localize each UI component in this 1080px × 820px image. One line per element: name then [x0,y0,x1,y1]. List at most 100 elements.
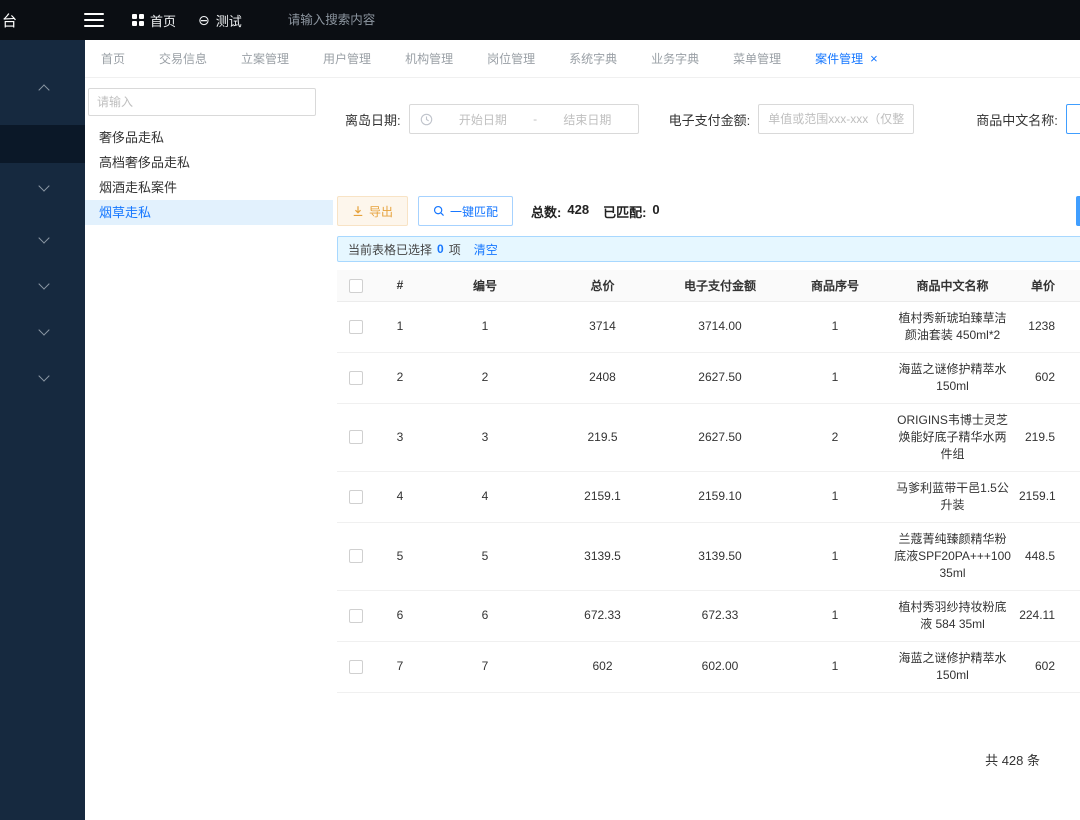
row-checkbox[interactable] [349,609,363,623]
tab-org-mgmt[interactable]: 机构管理 [405,50,453,67]
tab-case-mgmt[interactable]: 案件管理 × [815,50,878,67]
cell-total: 2408 [545,352,660,403]
alert-prefix: 当前表格已选择 [348,241,432,258]
cell-epay: 2627.50 [660,403,780,471]
row-checkbox[interactable] [349,660,363,674]
row-checkbox[interactable] [349,490,363,504]
cell-code: 6 [425,590,545,641]
tab-case-mgmt-label: 案件管理 [815,50,863,67]
category-search-input[interactable] [88,88,316,116]
filter-row: 离岛日期: 开始日期 - 结束日期 电子支付金额: 商品中文名称: [345,104,1080,134]
list-item-selected[interactable]: 烟草走私 [85,200,333,225]
tab-position-mgmt[interactable]: 岗位管理 [487,50,535,67]
cell-epay: 672.33 [660,590,780,641]
one-click-match-button[interactable]: 一键匹配 [418,196,513,226]
cell-epay: 1494.15 [660,692,780,702]
results-table-wrap: # 编号 总价 电子支付金额 商品序号 商品中文名称 单价 1 [337,270,1080,702]
cell-index: 8 [375,692,425,702]
category-list: 奢侈品走私 高档奢侈品走私 烟酒走私案件 烟草走私 [85,125,333,225]
tab-transaction-info[interactable]: 交易信息 [159,50,207,67]
table-row[interactable]: 7 7 602 602.00 1 海蓝之谜修护精萃水 150ml 602 [337,641,1080,692]
close-icon[interactable]: × [870,52,878,65]
cell-name: 海蓝之谜修护精萃水 150ml [890,641,1015,692]
date-filter-label: 离岛日期: [345,110,401,129]
topnav-test[interactable]: ⊖ 测试 [198,11,242,30]
table-row[interactable]: 5 5 3139.5 3139.50 1 兰蔻菁纯臻颜精华粉底液SPF20PA+… [337,522,1080,590]
cell-seq: 2 [780,403,890,471]
cell-epay: 2159.10 [660,471,780,522]
cell-unit: 224.11 [1015,590,1080,641]
toolbar: 导出 一键匹配 总数: 428 已匹配: 0 [337,196,1080,226]
chevron-down-icon[interactable] [38,232,49,243]
cell-index: 3 [375,403,425,471]
topbar: 台 首页 ⊖ 测试 [0,0,1080,40]
clock-icon [420,113,433,126]
row-checkbox[interactable] [349,549,363,563]
table-row[interactable]: 3 3 219.5 2627.50 2 ORIGINS韦博士灵芝焕能好底子精华水… [337,403,1080,471]
cell-seq: 1 [780,301,890,352]
row-checkbox[interactable] [349,371,363,385]
global-search-input[interactable] [288,13,468,27]
col-header-code: 编号 [425,270,545,301]
cell-total: 3714 [545,301,660,352]
amount-filter-input[interactable] [758,104,914,134]
sidebar [0,40,85,820]
alert-suffix: 项 [449,241,461,258]
minus-circle-icon: ⊖ [198,13,210,27]
chevron-down-icon[interactable] [38,278,49,289]
clipped-primary-button[interactable] [1076,196,1080,226]
list-item[interactable]: 烟酒走私案件 [85,175,333,200]
chevron-up-icon[interactable] [38,84,49,95]
table-row[interactable]: 1 1 3714 3714.00 1 植村秀新琥珀臻草洁颜油套装 450ml*2… [337,301,1080,352]
list-item[interactable]: 高档奢侈品走私 [85,150,333,175]
col-header-total: 总价 [545,270,660,301]
cell-total: 602 [545,641,660,692]
cell-code: 8 [425,692,545,702]
chevron-down-icon[interactable] [38,324,49,335]
cell-epay: 3714.00 [660,301,780,352]
cell-name: 植村秀羽纱持妆粉底液 584 35ml [890,590,1015,641]
menu-toggle-icon[interactable] [84,13,104,27]
date-range-input[interactable]: 开始日期 - 结束日期 [409,104,639,134]
list-item[interactable]: 奢侈品走私 [85,125,333,150]
cell-unit: 219.5 [1015,403,1080,471]
chevron-down-icon[interactable] [38,370,49,381]
total-value: 428 [567,202,589,221]
row-checkbox[interactable] [349,320,363,334]
col-header-seq: 商品序号 [780,270,890,301]
name-filter-input[interactable] [1066,104,1080,134]
tab-user-mgmt[interactable]: 用户管理 [323,50,371,67]
category-panel: 奢侈品走私 高档奢侈品走私 烟酒走私案件 烟草走私 [85,78,333,819]
table-row[interactable]: 8 8 1494.15 1494.15 1 卡诗菁纯亮泽经典香氛 [337,692,1080,702]
col-header-unit: 单价 [1015,270,1080,301]
results-table: # 编号 总价 电子支付金额 商品序号 商品中文名称 单价 1 [337,270,1080,702]
select-all-checkbox[interactable] [349,279,363,293]
table-row[interactable]: 4 4 2159.1 2159.10 1 马爹利蓝带干邑1.5公升装 2159.… [337,471,1080,522]
topnav-home[interactable]: 首页 [132,11,176,30]
tab-home[interactable]: 首页 [101,50,125,67]
topnav-test-label: 测试 [216,11,242,30]
name-filter-label: 商品中文名称: [976,110,1058,129]
export-button-label: 导出 [369,203,393,220]
global-search [288,11,468,29]
cell-code: 5 [425,522,545,590]
sidebar-active-item[interactable] [0,125,85,163]
amount-filter-label: 电子支付金额: [669,110,751,129]
tab-system-dict[interactable]: 系统字典 [569,50,617,67]
cell-code: 3 [425,403,545,471]
row-checkbox[interactable] [349,430,363,444]
tab-menu-mgmt[interactable]: 菜单管理 [733,50,781,67]
table-row[interactable]: 2 2 2408 2627.50 1 海蓝之谜修护精萃水 150ml 602 [337,352,1080,403]
cell-index: 6 [375,590,425,641]
tab-business-dict[interactable]: 业务字典 [651,50,699,67]
cell-index: 2 [375,352,425,403]
table-row[interactable]: 6 6 672.33 672.33 1 植村秀羽纱持妆粉底液 584 35ml … [337,590,1080,641]
clear-selection-link[interactable]: 清空 [474,241,498,258]
chevron-down-icon[interactable] [38,180,49,191]
cell-index: 4 [375,471,425,522]
export-button[interactable]: 导出 [337,196,408,226]
table-header-row: # 编号 总价 电子支付金额 商品序号 商品中文名称 单价 [337,270,1080,301]
cell-unit: 2159.1 [1015,471,1080,522]
cell-name: 海蓝之谜修护精萃水 150ml [890,352,1015,403]
tab-case-filing[interactable]: 立案管理 [241,50,289,67]
